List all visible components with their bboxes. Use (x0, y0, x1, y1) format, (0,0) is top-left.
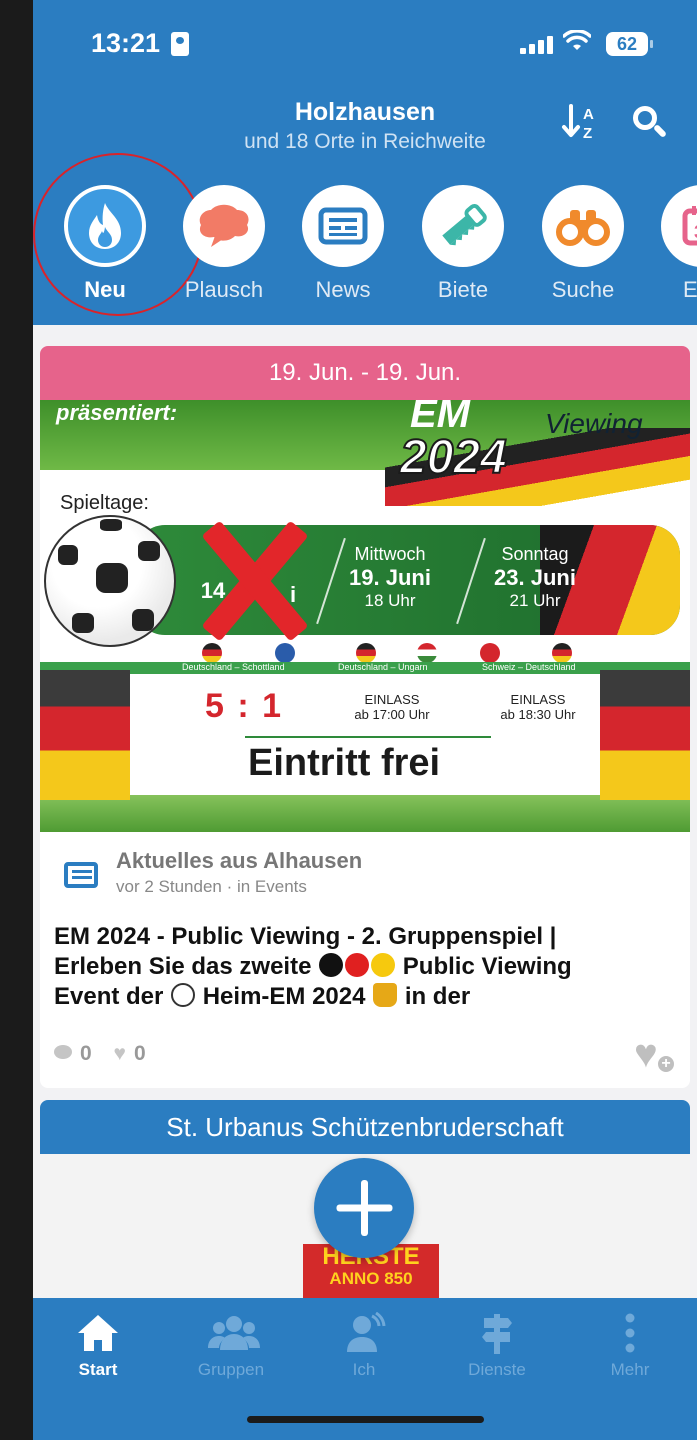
image-text-free-entry: Eintritt frei (248, 742, 441, 784)
post-source[interactable]: Aktuelles aus Alhausen vor 2 Stunden · i… (60, 846, 680, 902)
contact-card-icon (171, 32, 189, 56)
category-plausch[interactable]: Plausch (174, 185, 274, 303)
tab-mehr[interactable]: Mehr (570, 1312, 690, 1380)
image-text-matchdays: Spieltage: (60, 492, 149, 514)
category-biete[interactable]: Biete (413, 185, 513, 303)
image-text-viewing: Viewing (545, 408, 643, 439)
post-meta: vor 2 Stunden · in Events (116, 877, 307, 896)
status-time: 13:21 (91, 28, 161, 58)
yellow-circle-emoji (371, 953, 396, 977)
image-text-presents: präsentiert: (56, 400, 178, 425)
svg-text:A: A (583, 106, 594, 123)
category-suche[interactable]: Suche (533, 185, 633, 303)
signpost-icon (474, 1312, 520, 1354)
flame-icon (64, 185, 146, 267)
wifi-icon (562, 29, 592, 59)
saw-icon (422, 185, 504, 267)
match-2: Mittwoch 19. Juni 18 Uhr (349, 544, 431, 610)
status-bar: 13:21 62 (33, 26, 697, 66)
comment-icon (54, 1045, 72, 1059)
image-text-entry-1: EINLASS ab 17:00 Uhr (354, 692, 430, 722)
like-add-icon[interactable]: ♥ + (634, 1034, 676, 1074)
category-neu[interactable]: Neu (33, 153, 203, 316)
binoculars-icon (542, 185, 624, 267)
category-label: Suche (551, 277, 615, 302)
category-news[interactable]: News (293, 185, 393, 303)
source-name[interactable]: Aktuelles aus Alhausen (116, 848, 362, 874)
post-card[interactable]: 19. Jun. - 19. Jun. präsentiert: EM View… (40, 346, 690, 1088)
teams-strip: Deutschland – Schottland Deutschland – U… (40, 662, 690, 674)
tab-gruppen[interactable]: Gruppen (171, 1312, 291, 1380)
add-post-button[interactable] (314, 1158, 414, 1258)
post-stats: 0 ♥ 0 (54, 1042, 146, 1066)
soccer-ball-emoji (171, 983, 196, 1007)
red-cross-mark (198, 522, 308, 640)
calendar-icon: 3 (661, 185, 697, 267)
tab-dienste[interactable]: Dienste (437, 1312, 557, 1380)
category-label: Biete (437, 277, 489, 302)
like-count: 0 (134, 1042, 146, 1065)
newspaper-icon (302, 185, 384, 267)
group-icon (208, 1312, 260, 1354)
tab-ich[interactable]: Ich (304, 1311, 424, 1380)
black-circle-emoji (319, 953, 344, 977)
newspaper-icon (64, 862, 98, 888)
image-text-score: 5 : 1 (205, 687, 284, 725)
soccer-ball-image (44, 515, 176, 647)
signal-icon (520, 36, 554, 54)
post-2-title: St. Urbanus Schützenbruderschaft (40, 1100, 690, 1154)
event-image[interactable]: präsentiert: EM Viewing 2024 Spieltage: … (40, 400, 690, 832)
tab-start[interactable]: Start (38, 1312, 158, 1380)
search-icon[interactable] (631, 104, 671, 144)
home-icon (75, 1312, 121, 1354)
speech-bubble-icon (183, 185, 265, 267)
post-text[interactable]: EM 2024 - Public Viewing - 2. Gruppenspi… (54, 922, 674, 1012)
image-text-year: 2024 (399, 430, 508, 485)
heart-icon: ♥ (113, 1042, 126, 1065)
category-label: Eve (683, 277, 697, 302)
trophy-emoji (373, 983, 398, 1007)
battery-indicator: 62 (606, 32, 653, 56)
person-icon (341, 1311, 387, 1354)
svg-text:Z: Z (583, 125, 592, 142)
category-label: Plausch (184, 277, 264, 302)
category-events[interactable]: 3 Eve (652, 185, 697, 303)
sort-az-icon[interactable]: A Z (561, 102, 605, 142)
match-3: Sonntag 23. Juni 21 Uhr (494, 544, 576, 610)
app-header: 13:21 62 Holzhausen und 18 Orte in Reich… (33, 0, 697, 325)
category-label: News (315, 277, 371, 302)
event-date-banner: 19. Jun. - 19. Jun. (40, 346, 690, 400)
red-circle-emoji (345, 953, 370, 977)
more-vertical-icon (607, 1312, 653, 1354)
category-bar: Neu Plausch News Biete Suche E (33, 153, 697, 316)
image-text-entry-2: EINLASS ab 18:30 Uhr (500, 692, 576, 722)
home-indicator[interactable] (247, 1416, 484, 1423)
comment-count: 0 (80, 1042, 92, 1065)
app-screen: 13:21 62 Holzhausen und 18 Orte in Reich… (33, 0, 697, 1440)
left-edge-background (0, 0, 33, 1440)
